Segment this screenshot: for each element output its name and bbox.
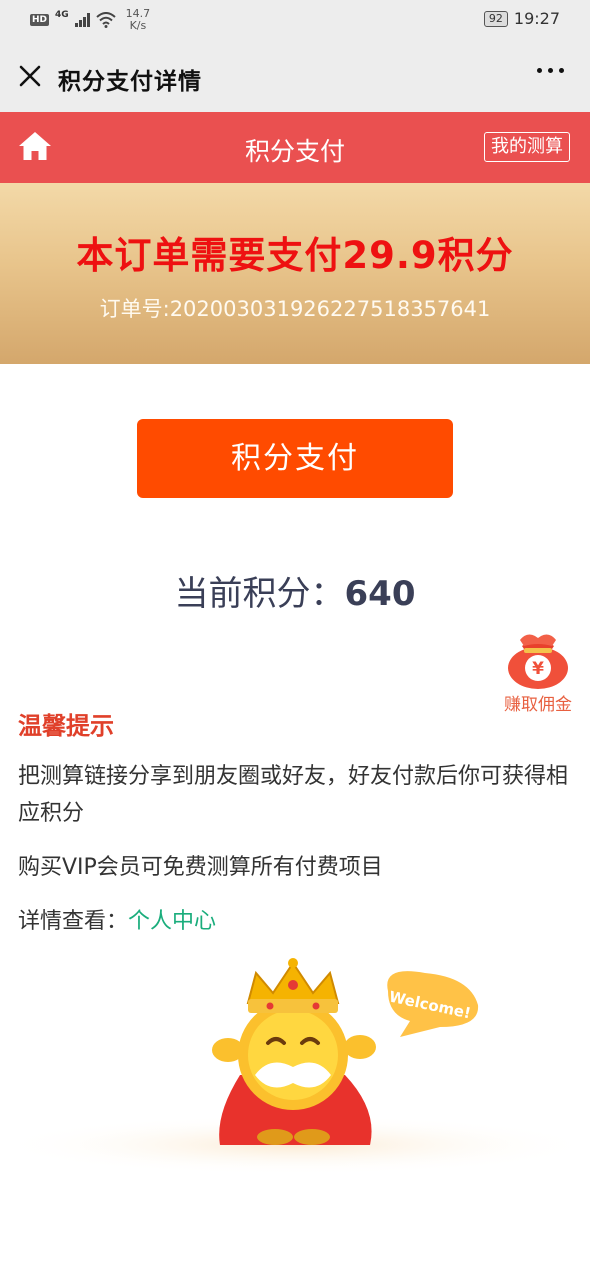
status-bar: HD 4G 14.7 K/s 92 19:27 (0, 0, 590, 40)
signal-icon (74, 13, 90, 27)
points-pay-button[interactable]: 积分支付 (137, 419, 453, 498)
net-speed-unit: K/s (129, 19, 147, 32)
tip-details-prefix: 详情查看： (18, 909, 129, 934)
app-header: 积分支付 我的测算 (0, 112, 590, 183)
mascot-illustration: Welcome! (0, 958, 590, 1175)
personal-center-link[interactable]: 个人中心 (128, 909, 216, 934)
more-options-icon[interactable] (537, 68, 564, 73)
order-number: 订单号:20200303192622751835764​1 (99, 297, 491, 321)
battery-icon: 92 (483, 10, 508, 27)
tip-details: 详情查看：个人中心 (18, 903, 578, 940)
tip-share: 把测算链接分享到朋友圈或好友，好友付款后你可获得相应积分 (18, 764, 569, 826)
network-type: 4G (55, 10, 69, 20)
money-bag-icon: ¥ (508, 634, 568, 689)
page: HD 4G 14.7 K/s 92 19:27 积分支付详情 积分支付 我的测算… (0, 0, 590, 1280)
earn-commission-button[interactable]: ¥ 赚取佣金 (500, 628, 576, 715)
tip-vip: 购买VIP会员可免费测算所有付费项目 (18, 855, 383, 880)
money-bag-symbol: ¥ (532, 659, 544, 679)
my-calculations-button[interactable]: 我的测算 (484, 132, 570, 162)
status-left: HD 4G 14.7 K/s (30, 8, 150, 32)
wechat-topbar: 积分支付详情 (0, 40, 590, 112)
payment-amount: 本订单需要支付29.9积分 (76, 234, 514, 277)
current-points-value: 640 (344, 574, 416, 614)
close-icon[interactable] (18, 64, 42, 88)
current-points: 当前积分：640 (0, 566, 590, 615)
status-right: 92 19:27 (483, 9, 560, 28)
hd-badge: HD (30, 14, 50, 26)
order-banner: 本订单需要支付29.9积分 订单号:2020030319262275183576… (0, 183, 590, 364)
net-speed: 14.7 K/s (126, 8, 151, 32)
wifi-icon (96, 12, 116, 28)
tips-title: 温馨提示 (18, 712, 114, 740)
clock: 19:27 (513, 9, 560, 28)
current-points-label: 当前积分： (174, 574, 345, 614)
page-title: 积分支付详情 (58, 69, 202, 95)
earn-commission-label: 赚取佣金 (504, 695, 572, 715)
